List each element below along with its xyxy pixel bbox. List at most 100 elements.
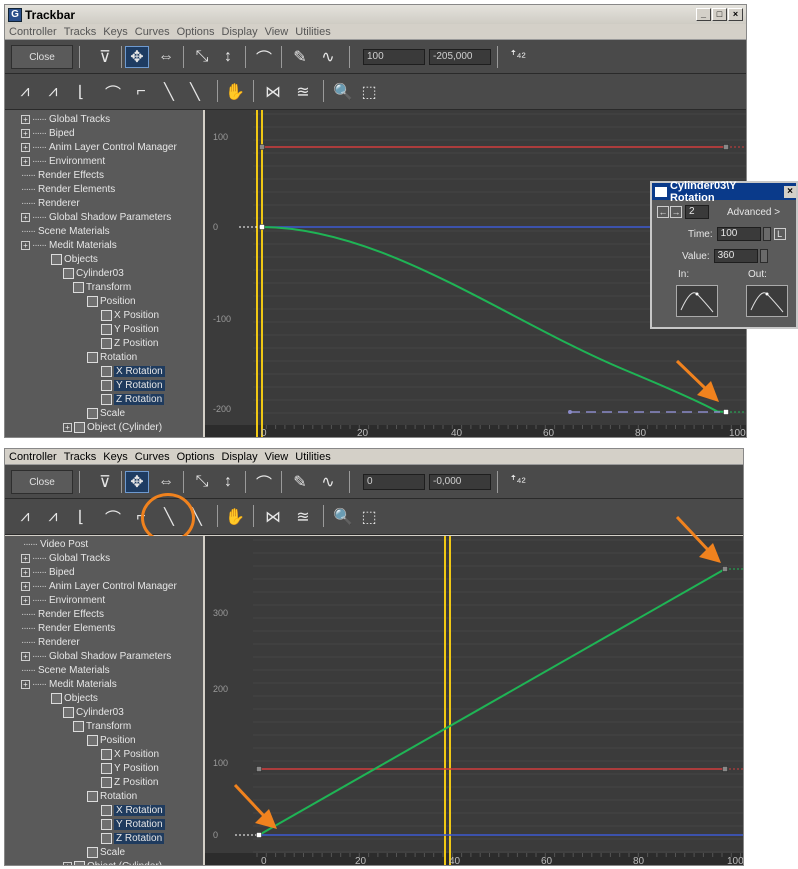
tangent-slow-icon[interactable]: ⌒ <box>101 80 125 104</box>
menu-item-options[interactable]: Options <box>177 451 215 463</box>
tree-item[interactable]: ······ Video Post <box>23 537 88 551</box>
tree-item[interactable]: + ······ Global Tracks <box>21 551 110 565</box>
tree-item[interactable]: X Rotation <box>101 364 165 378</box>
tree-item[interactable]: + ······ Global Shadow Parameters <box>21 210 171 224</box>
tree-item[interactable]: ······ Render Elements <box>21 182 115 196</box>
expand-icon[interactable]: + <box>21 567 30 577</box>
menu-item-utilities[interactable]: Utilities <box>295 451 330 463</box>
pan-hand-icon[interactable]: ✋ <box>223 505 247 529</box>
expand-icon[interactable]: + <box>63 861 72 865</box>
menu-item-curves[interactable]: Curves <box>135 26 170 38</box>
tangent-fast-icon[interactable]: ⌊ <box>69 505 93 529</box>
tangent-step-icon[interactable]: ⌐ <box>129 80 153 104</box>
close-window-button[interactable]: × <box>728 8 743 21</box>
expand-icon[interactable]: + <box>63 422 72 432</box>
frame-horizontal-icon[interactable]: ⋈ <box>261 80 285 104</box>
menu-item-display[interactable]: Display <box>222 26 258 38</box>
tree-item[interactable]: + ······ Environment <box>21 154 105 168</box>
time-field[interactable]: 100 <box>716 227 761 241</box>
tangent-auto-icon[interactable]: ⩘ <box>13 505 37 529</box>
scale-keys-time-icon[interactable]: ⤡ <box>191 471 213 493</box>
close-button[interactable]: Close <box>11 470 73 494</box>
maximize-button[interactable]: □ <box>712 8 727 21</box>
tree-item[interactable]: + Object (Cylinder) <box>63 859 162 865</box>
scale-values-icon[interactable]: ↕ <box>217 46 239 68</box>
tree-item[interactable]: Scale <box>87 406 125 420</box>
tree-item[interactable]: Z Position <box>101 775 158 789</box>
key-number-field[interactable]: 2 <box>685 205 709 219</box>
tree-item[interactable]: ······ Scene Materials <box>21 224 110 238</box>
tree-item[interactable]: + ······ Global Tracks <box>21 112 110 126</box>
menu-item-utilities[interactable]: Utilities <box>295 26 330 38</box>
tree-item[interactable]: Transform <box>73 719 131 733</box>
tree-item[interactable]: Transform <box>73 280 131 294</box>
time-spinner[interactable] <box>762 227 771 241</box>
advanced-button[interactable]: Advanced > <box>727 207 780 218</box>
move-keys-icon[interactable]: ✥ <box>125 471 149 493</box>
slide-keys-icon[interactable]: ⇔ <box>155 471 177 493</box>
menu-item-tracks[interactable]: Tracks <box>64 451 97 463</box>
tangent-custom-icon[interactable]: ⩘ <box>41 505 65 529</box>
tree-item[interactable]: Y Position <box>101 761 159 775</box>
tree-item[interactable]: Z Position <box>101 336 158 350</box>
tree-item[interactable]: Z Rotation <box>101 392 165 406</box>
tree-item[interactable]: + ······ Anim Layer Control Manager <box>21 579 177 593</box>
value-spinner[interactable] <box>759 249 768 263</box>
tree-item[interactable]: Rotation <box>87 350 137 364</box>
expand-icon[interactable]: + <box>21 581 30 591</box>
filters-icon[interactable]: ⊽ <box>93 471 117 493</box>
tangent-auto-icon[interactable]: ⩘ <box>13 80 37 104</box>
zoom-region-icon[interactable]: ⬚ <box>357 80 381 104</box>
normalize-icon[interactable]: ꜛ⁴² <box>505 471 531 493</box>
lock-button[interactable]: L <box>773 228 786 240</box>
tree-item[interactable]: + ······ Anim Layer Control Manager <box>21 140 177 154</box>
tree-item[interactable]: + ······ Medit Materials <box>21 238 117 252</box>
menu-item-keys[interactable]: Keys <box>103 451 127 463</box>
add-keys-icon[interactable]: ⌒ <box>253 46 275 68</box>
menu-item-display[interactable]: Display <box>222 451 258 463</box>
tangent-smooth-icon[interactable]: ╲ <box>183 80 207 104</box>
tree-item[interactable]: Z Rotation <box>101 831 165 845</box>
in-tangent-button[interactable] <box>676 285 718 317</box>
menu-item-view[interactable]: View <box>265 451 289 463</box>
tree-item[interactable]: ······ Render Elements <box>21 621 115 635</box>
tree-item[interactable]: + ······ Environment <box>21 593 105 607</box>
tangent-custom-icon[interactable]: ⩘ <box>41 80 65 104</box>
menu-item-view[interactable]: View <box>265 26 289 38</box>
tree-item[interactable]: Objects <box>51 252 98 266</box>
menu-item-keys[interactable]: Keys <box>103 26 127 38</box>
tree-item[interactable]: X Rotation <box>101 803 165 817</box>
value-field[interactable]: -0,000 <box>429 474 491 490</box>
dialog-close-icon[interactable]: × <box>784 185 796 198</box>
tree-item[interactable]: Position <box>87 733 136 747</box>
tree-item[interactable]: Y Rotation <box>101 817 165 831</box>
frame-values-icon[interactable]: ≊ <box>291 505 315 529</box>
expand-icon[interactable]: + <box>21 156 30 166</box>
tree-item[interactable]: Cylinder03 <box>63 705 124 719</box>
tree-item[interactable]: + Object (Cylinder) <box>63 420 162 434</box>
menu-item-controller[interactable]: Controller <box>9 26 57 38</box>
tangent-slow-icon[interactable]: ⌒ <box>101 505 125 529</box>
tree-item[interactable]: Y Position <box>101 322 159 336</box>
frame-values-icon[interactable]: ≊ <box>291 80 315 104</box>
normalize-icon[interactable]: ꜛ⁴² <box>505 46 531 68</box>
next-key-icon[interactable]: → <box>670 206 682 218</box>
value-field-dialog[interactable]: 360 <box>713 249 758 263</box>
pan-hand-icon[interactable]: ✋ <box>223 80 247 104</box>
zoom-icon[interactable]: 🔍 <box>331 80 355 104</box>
frame-horizontal-icon[interactable]: ⋈ <box>261 505 285 529</box>
tree-item[interactable]: Scale <box>87 845 125 859</box>
tree-item[interactable]: + ······ Biped <box>21 565 75 579</box>
expand-icon[interactable]: + <box>21 128 30 138</box>
reduce-keys-icon[interactable]: ∿ <box>317 471 339 493</box>
close-button[interactable]: Close <box>11 45 73 69</box>
draw-curves-icon[interactable]: ✎ <box>289 46 311 68</box>
tree-item[interactable]: X Position <box>101 308 159 322</box>
zoom-icon[interactable]: 🔍 <box>331 505 355 529</box>
out-tangent-button[interactable] <box>746 285 788 317</box>
reduce-keys-icon[interactable]: ∿ <box>317 46 339 68</box>
tree-item[interactable]: + ······ Medit Materials <box>21 677 117 691</box>
minimize-button[interactable]: _ <box>696 8 711 21</box>
tree-item[interactable]: + ······ Biped <box>21 126 75 140</box>
filters-icon[interactable]: ⊽ <box>93 46 117 68</box>
